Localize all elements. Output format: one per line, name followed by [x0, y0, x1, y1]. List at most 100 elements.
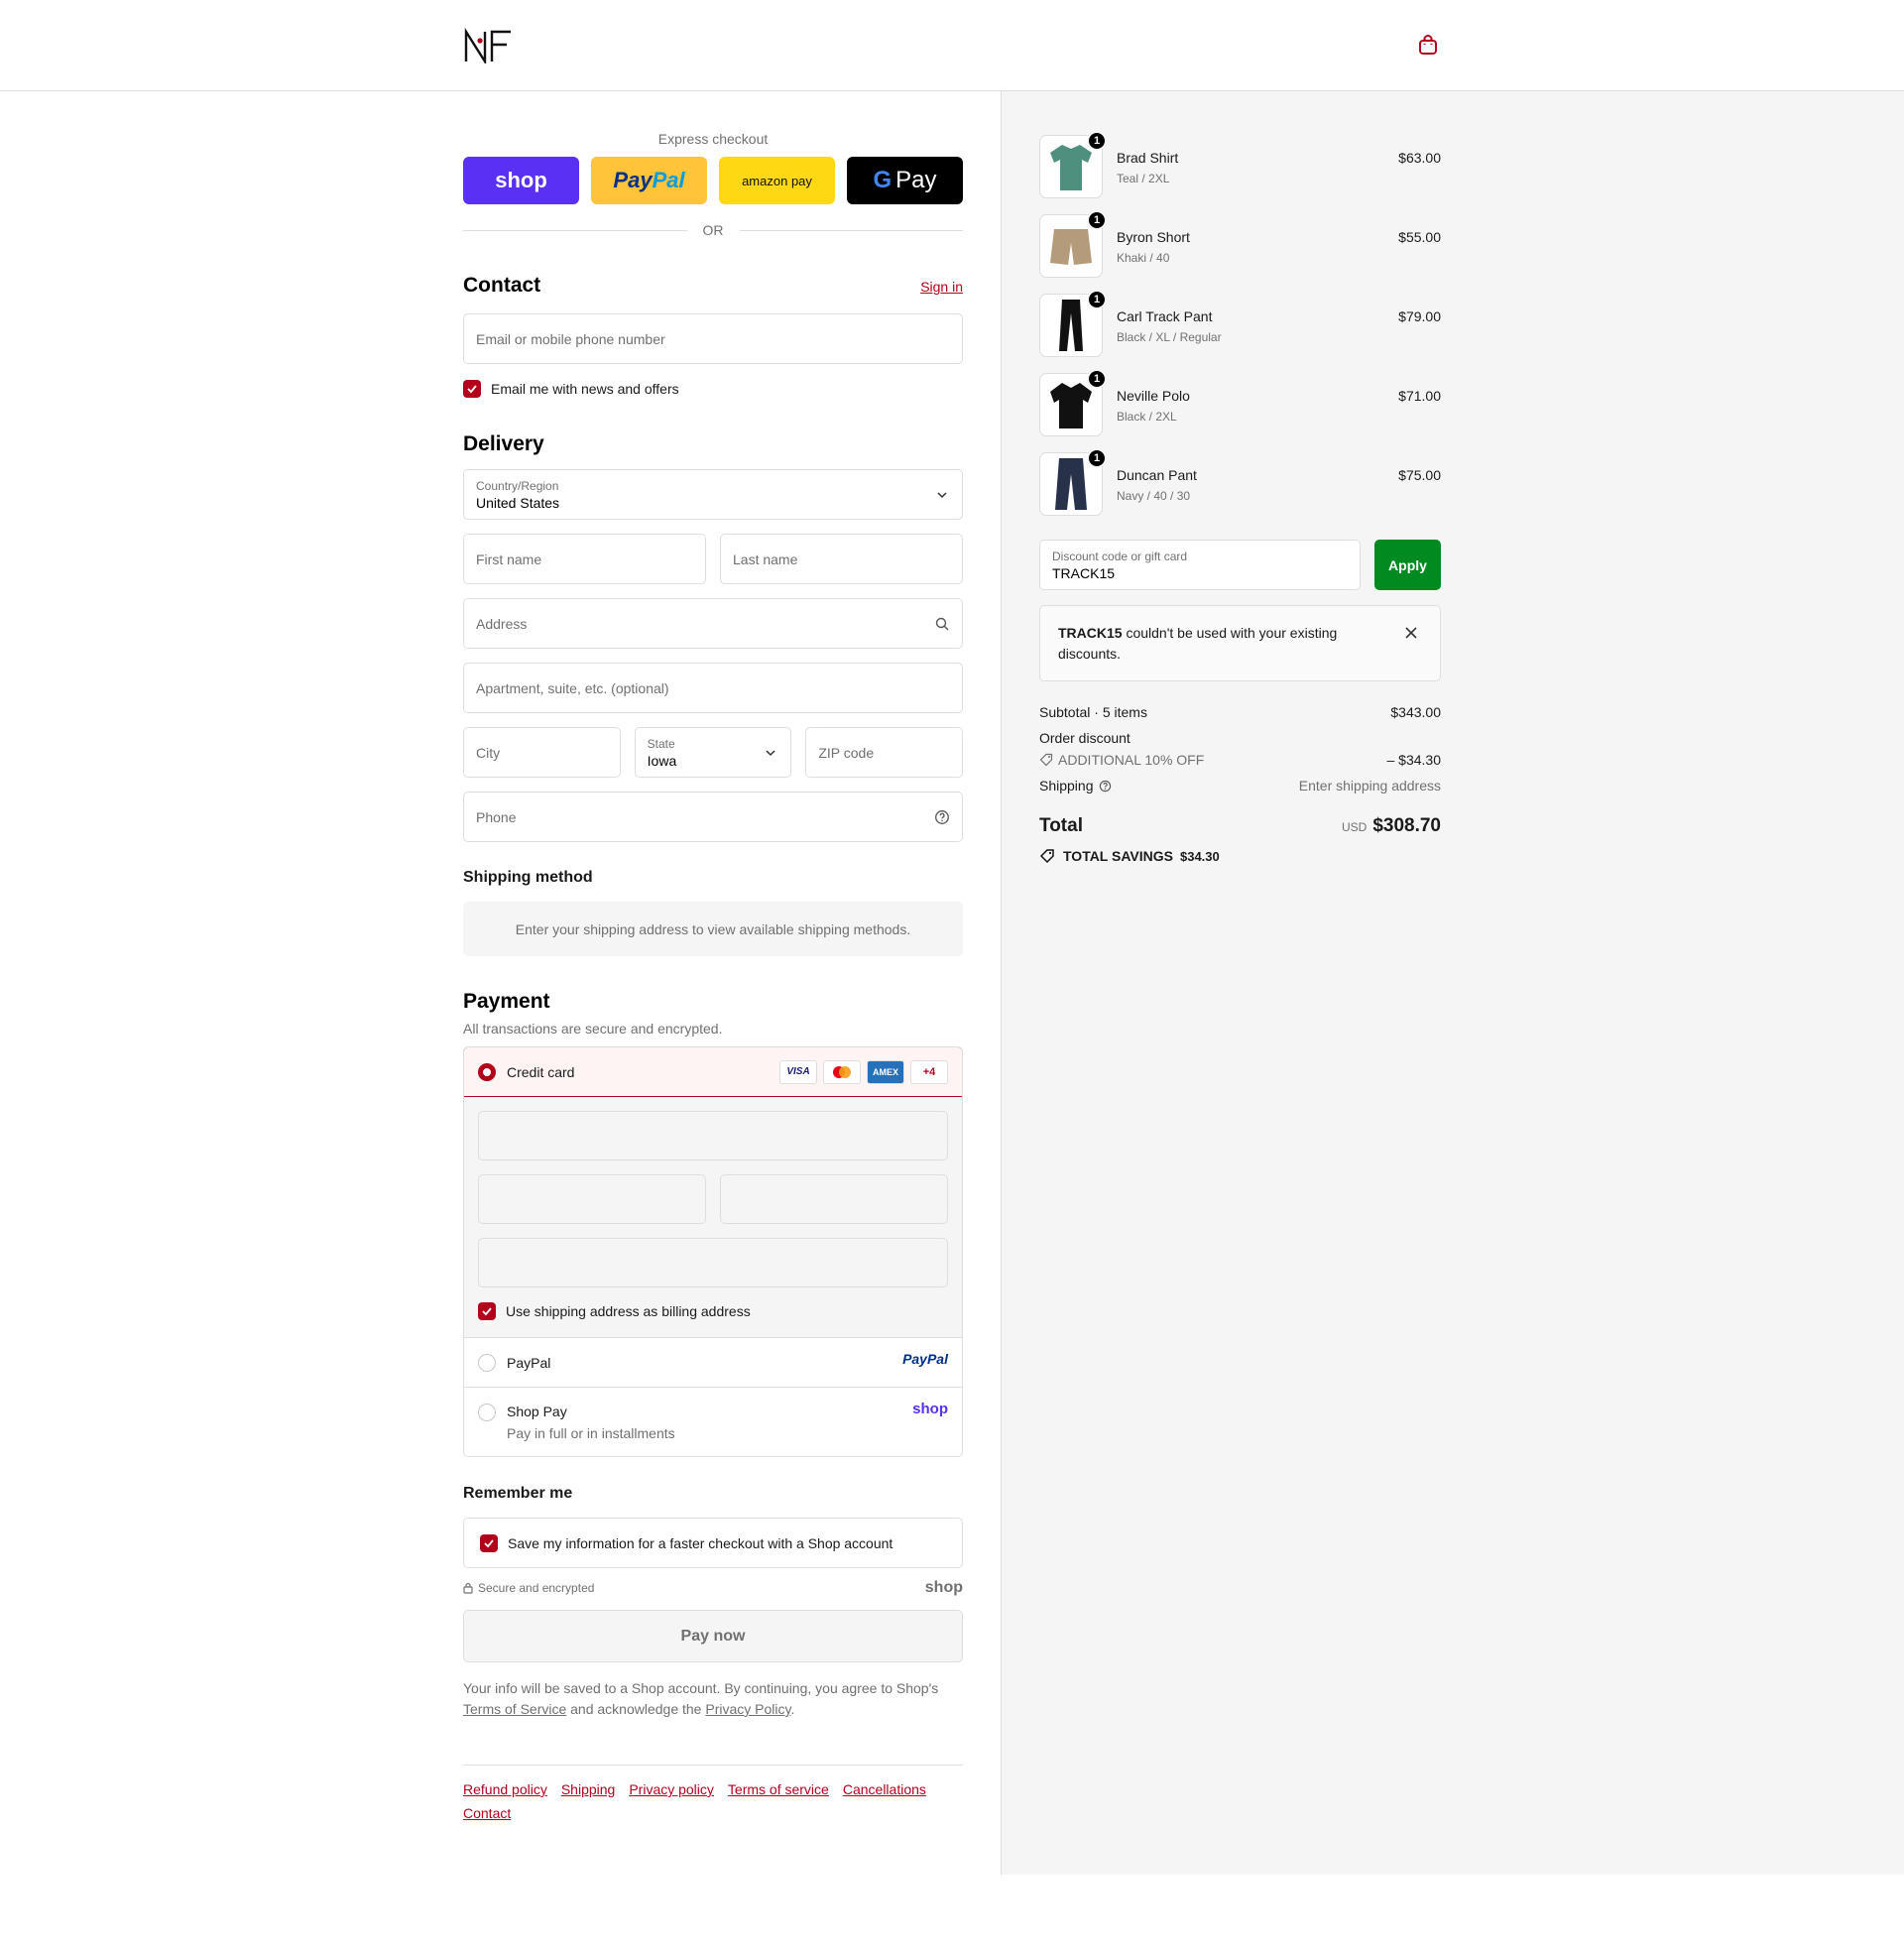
- search-icon: [935, 617, 949, 630]
- visa-icon: VISA: [779, 1059, 817, 1084]
- item-price: $63.00: [1398, 150, 1441, 166]
- order-discount-label: Order discount: [1039, 730, 1130, 746]
- apply-button[interactable]: Apply: [1374, 540, 1441, 590]
- shop-pay-option[interactable]: Shop Pay Pay in full or in installments …: [464, 1387, 962, 1456]
- payment-options: Credit card VISA AMEX +4 Use shipping ad…: [463, 1046, 963, 1457]
- discount-error-message: TRACK15 couldn't be used with your exist…: [1039, 605, 1441, 681]
- item-variant: Black / 2XL: [1117, 410, 1177, 424]
- billing-checkbox[interactable]: [478, 1302, 496, 1320]
- close-icon[interactable]: [1404, 626, 1418, 640]
- terms-of-service-footer-link[interactable]: Terms of service: [728, 1781, 829, 1797]
- discount-name: ADDITIONAL 10% OFF: [1058, 752, 1205, 768]
- total-amount-wrap: USD $308.70: [1342, 815, 1441, 837]
- item-info: Neville Polo Black / 2XL: [1117, 388, 1398, 424]
- paypal-express-button[interactable]: Pay Pal: [591, 157, 707, 204]
- save-info-checkbox[interactable]: [480, 1533, 498, 1552]
- item-price: $55.00: [1398, 229, 1441, 245]
- city-field[interactable]: City: [463, 727, 621, 778]
- shop-pay-radio[interactable]: [478, 1404, 496, 1421]
- card-name-field[interactable]: [478, 1238, 948, 1287]
- card-expiry-cvc-row: [478, 1174, 948, 1238]
- zip-placeholder: ZIP code: [818, 744, 875, 761]
- store-logo[interactable]: [463, 28, 513, 63]
- card-cvc-field[interactable]: [720, 1174, 948, 1224]
- express-checkout-buttons: shop Pay Pal amazon pay G Pay: [463, 157, 963, 204]
- terms-of-service-link[interactable]: Terms of Service: [463, 1701, 566, 1717]
- product-thumbnail: 1: [1039, 369, 1107, 436]
- news-checkbox[interactable]: [463, 380, 481, 398]
- sign-in-link[interactable]: Sign in: [920, 279, 963, 295]
- state-select[interactable]: State Iowa: [634, 727, 792, 778]
- item-price: $71.00: [1398, 388, 1441, 404]
- card-number-field[interactable]: [478, 1111, 948, 1160]
- total-row: Total USD $308.70: [1039, 815, 1441, 837]
- billing-checkbox-row[interactable]: Use shipping address as billing address: [478, 1299, 948, 1337]
- save-info-option[interactable]: Save my information for a faster checkou…: [463, 1518, 963, 1568]
- privacy-policy-footer-link[interactable]: Privacy policy: [629, 1781, 714, 1797]
- shipping-label-wrap: Shipping: [1039, 778, 1112, 794]
- currency-code: USD: [1341, 820, 1368, 834]
- state-value: Iowa: [647, 752, 677, 769]
- shipping-policy-link[interactable]: Shipping: [561, 1781, 616, 1797]
- payment-title: Payment: [463, 990, 550, 1013]
- item-info: Byron Short Khaki / 40: [1117, 229, 1398, 265]
- help-circle-icon[interactable]: [934, 809, 950, 825]
- item-price: $79.00: [1398, 308, 1441, 324]
- last-name-placeholder: Last name: [733, 550, 798, 567]
- paypal-radio[interactable]: [478, 1353, 496, 1372]
- zip-field[interactable]: ZIP code: [805, 727, 964, 778]
- paypal-option[interactable]: PayPal PayPal: [464, 1337, 962, 1387]
- item-variant: Navy / 40 / 30: [1117, 489, 1191, 503]
- state-label: State: [647, 736, 675, 751]
- last-name-field[interactable]: Last name: [720, 534, 963, 584]
- discount-row-summary: ADDITIONAL 10% OFF – $34.30: [1039, 752, 1441, 768]
- shop-pay-sublabel: Pay in full or in installments: [507, 1425, 675, 1441]
- first-name-field[interactable]: First name: [463, 534, 706, 584]
- google-pay-express-button[interactable]: G Pay: [847, 157, 963, 204]
- site-header: [0, 0, 1904, 91]
- quantity-badge: 1: [1087, 210, 1107, 230]
- cancellations-link[interactable]: Cancellations: [843, 1781, 926, 1797]
- error-code: TRACK15: [1058, 625, 1123, 641]
- amazon-pay-express-button[interactable]: amazon pay: [719, 157, 835, 204]
- apartment-field[interactable]: Apartment, suite, etc. (optional): [463, 663, 963, 713]
- shorts-image: [1050, 229, 1092, 265]
- address-field[interactable]: Address: [463, 598, 963, 649]
- shopping-bag-icon[interactable]: [1416, 33, 1440, 57]
- quantity-badge: 1: [1087, 448, 1107, 468]
- contact-link[interactable]: Contact: [463, 1805, 511, 1821]
- credit-card-radio[interactable]: [478, 1062, 496, 1081]
- email-field[interactable]: Email or mobile phone number: [463, 313, 963, 364]
- chevron-down-icon: [766, 749, 775, 756]
- shipping-method-title: Shipping method: [463, 869, 593, 886]
- item-name: Byron Short: [1117, 229, 1190, 245]
- shop-pay-express-button[interactable]: shop: [463, 157, 579, 204]
- news-checkbox-row[interactable]: Email me with news and offers: [463, 379, 963, 399]
- country-value: United States: [476, 494, 560, 511]
- amex-icon: AMEX: [867, 1059, 904, 1084]
- chevron-down-icon: [937, 491, 947, 498]
- credit-card-label: Credit card: [507, 1063, 575, 1080]
- item-name: Carl Track Pant: [1117, 308, 1213, 324]
- item-info: Brad Shirt Teal / 2XL: [1117, 150, 1398, 185]
- card-brand-logos: VISA AMEX +4: [779, 1059, 948, 1084]
- pay-now-button[interactable]: Pay now: [463, 1610, 963, 1662]
- help-circle-icon[interactable]: [1099, 780, 1112, 793]
- news-label: Email me with news and offers: [491, 381, 679, 397]
- item-price: $75.00: [1398, 467, 1441, 483]
- refund-policy-link[interactable]: Refund policy: [463, 1781, 547, 1797]
- shirt-image: [1050, 145, 1092, 190]
- track-pant-image: [1059, 300, 1083, 351]
- secure-text: Secure and encrypted: [478, 1581, 595, 1595]
- mastercard-icon: [823, 1059, 861, 1084]
- discount-code-field[interactable]: Discount code or gift card TRACK15: [1039, 540, 1361, 590]
- phone-field[interactable]: Phone: [463, 792, 963, 842]
- credit-card-option[interactable]: Credit card VISA AMEX +4: [464, 1047, 962, 1097]
- tag-icon: [1039, 849, 1054, 864]
- card-expiry-field[interactable]: [478, 1174, 706, 1224]
- email-placeholder: Email or mobile phone number: [476, 330, 665, 347]
- country-select[interactable]: Country/Region United States: [463, 469, 963, 520]
- lock-icon: [463, 1582, 473, 1594]
- privacy-policy-link[interactable]: Privacy Policy: [705, 1701, 790, 1717]
- discount-value: TRACK15: [1052, 564, 1116, 581]
